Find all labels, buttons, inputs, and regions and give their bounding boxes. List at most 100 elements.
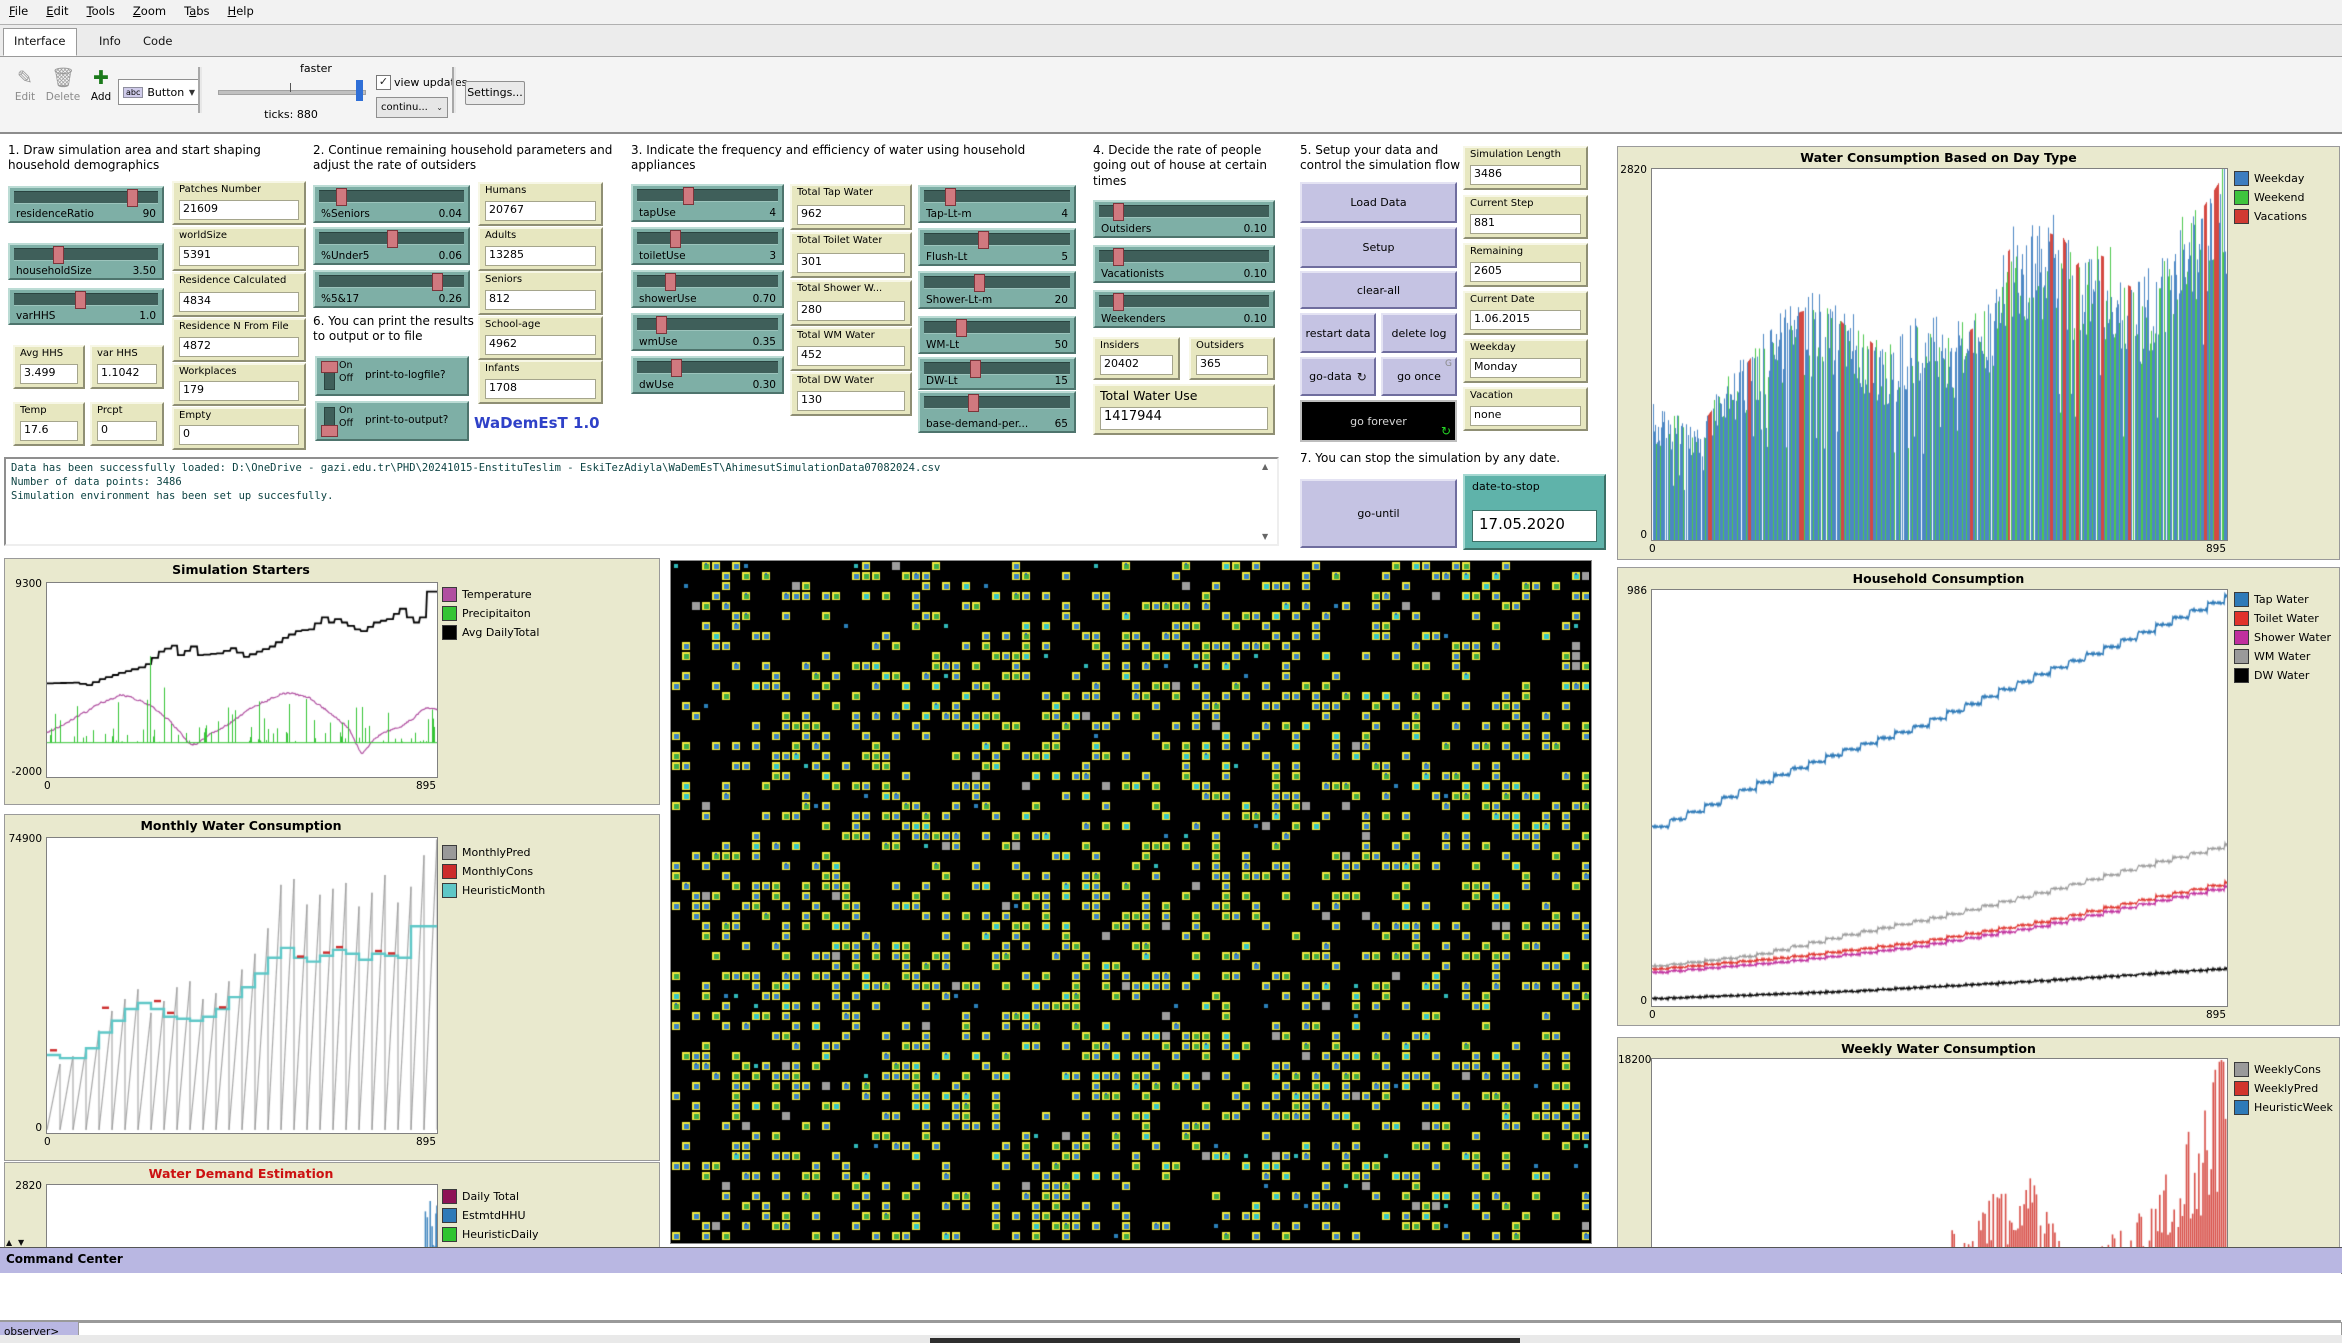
slider-track[interactable] <box>1099 295 1269 308</box>
slider-track[interactable] <box>637 361 778 374</box>
button-clear-all[interactable]: clear-all <box>1300 271 1457 309</box>
tab-row: Interface InfoCode <box>0 25 2342 57</box>
slider-handle[interactable] <box>945 188 956 206</box>
input-date-to-stop[interactable]: date-to-stop17.05.2020 <box>1463 474 1606 550</box>
slider-handle[interactable] <box>656 316 667 334</box>
menu-item-edit[interactable]: Edit <box>37 0 77 21</box>
slider-handle[interactable] <box>1113 203 1124 221</box>
monitor-label: Total DW Water <box>797 375 874 386</box>
slider-handle[interactable] <box>670 230 681 248</box>
menu-item-zoom[interactable]: Zoom <box>124 0 175 21</box>
button-go-forever[interactable]: go forever↻ <box>1300 400 1457 442</box>
slider-wmUse[interactable]: wmUse0.35 <box>631 313 784 351</box>
button-load-data[interactable]: Load Data <box>1300 182 1457 223</box>
slider-shower-lt-m[interactable]: Shower-Lt-m20 <box>918 271 1076 309</box>
slider-handle[interactable] <box>387 230 398 248</box>
monitor-value: 280 <box>797 301 905 321</box>
slider-outsiders[interactable]: Outsiders0.10 <box>1093 200 1275 238</box>
slider-tap-lt-m[interactable]: Tap-Lt-m4 <box>918 185 1076 223</box>
button-delete-log[interactable]: delete log <box>1381 313 1457 353</box>
button-go-until[interactable]: go-until <box>1300 479 1457 548</box>
slider-handle[interactable] <box>683 187 694 205</box>
widget-type-dropdown[interactable]: abc Button ▼ <box>118 79 200 105</box>
slider-handle[interactable] <box>956 319 967 337</box>
slider-handle[interactable] <box>432 273 443 291</box>
slider-handle[interactable] <box>336 188 347 206</box>
slider-weekenders[interactable]: Weekenders0.10 <box>1093 290 1275 328</box>
tab-interface[interactable]: Interface <box>3 28 77 56</box>
slider-base-demand[interactable]: base-demand-per...65 <box>918 391 1076 433</box>
slider-dw-lt[interactable]: DW-Lt15 <box>918 357 1076 390</box>
slider-track[interactable] <box>637 275 778 288</box>
slider-track[interactable] <box>924 233 1070 246</box>
slider-track[interactable] <box>1099 250 1269 263</box>
button-go-data[interactable]: go-data↻ <box>1300 357 1376 396</box>
switch-knob[interactable] <box>321 425 338 437</box>
slider-vacationists[interactable]: Vacationists0.10 <box>1093 245 1275 283</box>
menu-item-tabs[interactable]: Tabs <box>175 0 218 21</box>
legend-label: MonthlyCons <box>462 865 533 878</box>
slider-track[interactable] <box>924 321 1070 334</box>
slider-handle[interactable] <box>978 231 989 249</box>
edit-button[interactable]: ✎ Edit <box>6 65 44 103</box>
input-value[interactable]: 17.05.2020 <box>1472 510 1597 542</box>
slider-track[interactable] <box>637 189 778 202</box>
slider-handle[interactable] <box>53 246 64 264</box>
slider-handle[interactable] <box>968 394 979 412</box>
output-scroll-down-icon[interactable]: ▼ <box>1262 532 1268 541</box>
command-center-header[interactable]: Command Center <box>0 1247 2342 1274</box>
slider-handle[interactable] <box>1113 248 1124 266</box>
slider-pct-5and17[interactable]: %5&170.26 <box>313 270 470 308</box>
slider-showerUse[interactable]: showerUse0.70 <box>631 270 784 308</box>
slider-track[interactable] <box>14 248 158 261</box>
slider-track[interactable] <box>924 276 1070 289</box>
switch-print-to-output[interactable]: OnOffprint-to-output? <box>315 401 469 441</box>
tab-info[interactable]: Info <box>89 29 131 52</box>
speed-slider-track[interactable] <box>218 90 366 95</box>
slider-handle[interactable] <box>970 360 981 378</box>
slider-varHHS[interactable]: varHHS1.0 <box>8 288 164 325</box>
view-updates-checkbox[interactable]: ✓ <box>376 75 391 90</box>
slider-handle[interactable] <box>75 291 86 309</box>
add-button[interactable]: ✚ Add <box>82 65 120 103</box>
slider-toiletUse[interactable]: toiletUse3 <box>631 227 784 265</box>
tab-code[interactable]: Code <box>133 29 182 52</box>
slider-handle[interactable] <box>665 273 676 291</box>
button-go-once[interactable]: go onceG <box>1381 357 1457 396</box>
slider-pct-seniors[interactable]: %Seniors0.04 <box>313 185 470 223</box>
slider-residenceRatio[interactable]: residenceRatio90 <box>8 186 164 223</box>
slider-householdSize[interactable]: householdSize3.50 <box>8 243 164 280</box>
slider-track[interactable] <box>637 232 778 245</box>
slider-handle[interactable] <box>671 359 682 377</box>
slider-handle[interactable] <box>1113 293 1124 311</box>
slider-pct-under5[interactable]: %Under50.06 <box>313 227 470 265</box>
slider-wm-lt[interactable]: WM-Lt50 <box>918 316 1076 354</box>
slider-track[interactable] <box>924 396 1070 409</box>
slider-track[interactable] <box>924 362 1070 375</box>
slider-handle[interactable] <box>127 189 138 207</box>
speed-slider-thumb[interactable] <box>356 80 363 101</box>
slider-tapUse[interactable]: tapUse4 <box>631 184 784 222</box>
delete-label: Delete <box>46 91 81 103</box>
menu-item-help[interactable]: Help <box>219 0 263 21</box>
slider-flush-lt[interactable]: Flush-Lt5 <box>918 228 1076 266</box>
world-view[interactable] <box>670 560 1592 1244</box>
switch-print-to-logfile[interactable]: OnOffprint-to-logfile? <box>315 356 469 396</box>
world-view-canvas[interactable] <box>671 561 1589 1241</box>
plot-title: Weekly Water Consumption <box>1651 1041 2226 1056</box>
switch-knob[interactable] <box>321 361 338 373</box>
update-mode-dropdown[interactable]: continu... ⌄ <box>376 97 448 118</box>
menu-item-file[interactable]: File <box>0 0 37 21</box>
button-restart-data[interactable]: restart data <box>1300 313 1376 353</box>
settings-button[interactable]: Settings... <box>465 81 525 105</box>
slider-dwUse[interactable]: dwUse0.30 <box>631 356 784 394</box>
output-scroll-up-icon[interactable]: ▲ <box>1262 462 1268 471</box>
plot-scroll-down-icon[interactable]: ▼ <box>18 1238 24 1247</box>
button-setup[interactable]: Setup <box>1300 227 1457 268</box>
axis-label: 2820 <box>5 1180 42 1192</box>
plot-scroll-up-icon[interactable]: ▲ <box>6 1238 12 1247</box>
slider-handle[interactable] <box>974 274 985 292</box>
delete-button[interactable]: 🗑 Delete <box>44 65 82 103</box>
menu-item-tools[interactable]: Tools <box>78 0 124 21</box>
slider-track[interactable] <box>1099 205 1269 218</box>
